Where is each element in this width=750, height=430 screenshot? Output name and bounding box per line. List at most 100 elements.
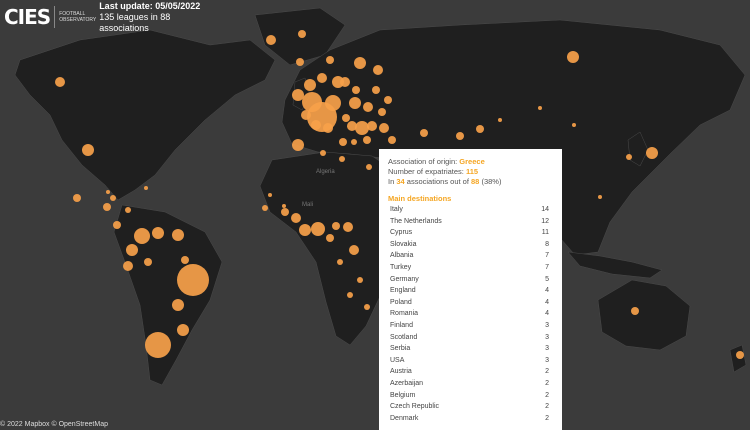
- world-map[interactable]: Algeria Mali: [0, 0, 750, 430]
- association-bubble[interactable]: [126, 244, 138, 256]
- map-label-mali: Mali: [302, 202, 313, 208]
- logo-divider: [54, 6, 56, 28]
- association-bubble[interactable]: [326, 234, 334, 242]
- association-bubble[interactable]: [311, 120, 321, 130]
- association-bubble[interactable]: [349, 97, 361, 109]
- association-bubble[interactable]: [172, 229, 184, 241]
- association-bubble[interactable]: [323, 123, 333, 133]
- association-bubble[interactable]: [567, 51, 579, 63]
- association-bubble[interactable]: [538, 106, 542, 110]
- association-bubble[interactable]: [343, 222, 353, 232]
- association-bubble[interactable]: [177, 324, 189, 336]
- in-total: 88: [471, 177, 480, 186]
- association-bubble[interactable]: [366, 164, 372, 170]
- association-bubble[interactable]: [340, 77, 350, 87]
- association-bubble[interactable]: [144, 258, 152, 266]
- association-bubble[interactable]: [349, 245, 359, 255]
- association-bubble[interactable]: [352, 86, 360, 94]
- association-bubble[interactable]: [347, 121, 357, 131]
- destination-name: England: [390, 287, 416, 295]
- association-bubble[interactable]: [262, 205, 268, 211]
- association-bubble[interactable]: [292, 139, 304, 151]
- association-bubble[interactable]: [631, 307, 639, 315]
- dashboard-header: CIES FOOTBALL OBSERVATORY Last update: 0…: [0, 0, 214, 34]
- destination-count: 11: [541, 229, 549, 237]
- association-bubble[interactable]: [339, 138, 347, 146]
- association-bubble[interactable]: [177, 264, 209, 296]
- association-bubble[interactable]: [363, 136, 371, 144]
- association-bubble[interactable]: [55, 77, 65, 87]
- association-bubble[interactable]: [342, 114, 350, 122]
- association-bubble[interactable]: [317, 73, 327, 83]
- association-bubble[interactable]: [456, 132, 464, 140]
- association-bubble[interactable]: [145, 332, 171, 358]
- association-bubble[interactable]: [326, 56, 334, 64]
- destination-count: 7: [545, 252, 549, 260]
- association-bubble[interactable]: [82, 144, 94, 156]
- association-bubble[interactable]: [339, 156, 345, 162]
- association-bubble[interactable]: [282, 204, 286, 208]
- association-bubble[interactable]: [304, 79, 316, 91]
- association-bubble[interactable]: [332, 222, 340, 230]
- association-bubble[interactable]: [144, 186, 148, 190]
- destination-row: Albania 7: [388, 250, 553, 262]
- association-bubble[interactable]: [626, 154, 632, 160]
- association-bubble[interactable]: [106, 190, 110, 194]
- destination-count: 2: [545, 379, 549, 387]
- association-bubble[interactable]: [384, 96, 392, 104]
- association-bubble[interactable]: [373, 65, 383, 75]
- destination-row: Romania 4: [388, 308, 553, 320]
- association-bubble[interactable]: [364, 304, 370, 310]
- association-bubble[interactable]: [125, 207, 131, 213]
- association-bubble[interactable]: [296, 58, 304, 66]
- association-bubble[interactable]: [311, 222, 325, 236]
- association-bubble[interactable]: [266, 35, 276, 45]
- association-bubble[interactable]: [152, 227, 164, 239]
- association-bubble[interactable]: [302, 92, 322, 112]
- association-bubble[interactable]: [379, 123, 389, 133]
- in-count: 34: [396, 177, 405, 186]
- association-bubble[interactable]: [646, 147, 658, 159]
- association-bubble[interactable]: [337, 259, 343, 265]
- association-bubble[interactable]: [181, 256, 189, 264]
- association-bubble[interactable]: [420, 129, 428, 137]
- association-bubble[interactable]: [498, 118, 502, 122]
- destination-name: Belgium: [390, 391, 416, 399]
- destination-row: Slovakia 8: [388, 239, 553, 251]
- destination-row: Cyprus 11: [388, 227, 553, 239]
- association-bubble[interactable]: [367, 121, 377, 131]
- association-bubble[interactable]: [281, 208, 289, 216]
- association-bubble[interactable]: [347, 292, 353, 298]
- association-bubble[interactable]: [172, 299, 184, 311]
- association-bubble[interactable]: [363, 102, 373, 112]
- association-bubble[interactable]: [73, 194, 81, 202]
- association-bubble[interactable]: [103, 203, 111, 211]
- map-credit[interactable]: © 2022 Mapbox © OpenStreetMap: [0, 421, 108, 428]
- association-bubble[interactable]: [301, 110, 311, 120]
- association-bubble[interactable]: [372, 86, 380, 94]
- association-bubble[interactable]: [291, 213, 301, 223]
- association-bubble[interactable]: [388, 136, 396, 144]
- association-bubble[interactable]: [572, 123, 576, 127]
- association-bubble[interactable]: [476, 125, 484, 133]
- association-bubble[interactable]: [123, 261, 133, 271]
- association-bubble[interactable]: [354, 57, 366, 69]
- association-bubble[interactable]: [134, 228, 150, 244]
- association-bubble[interactable]: [268, 193, 272, 197]
- destination-name: The Netherlands: [390, 217, 442, 225]
- association-bubble[interactable]: [298, 30, 306, 38]
- association-bubble[interactable]: [736, 351, 744, 359]
- association-bubble[interactable]: [325, 95, 341, 111]
- association-bubble[interactable]: [351, 139, 357, 145]
- association-bubble[interactable]: [292, 89, 304, 101]
- destination-count: 4: [545, 298, 549, 306]
- association-bubble[interactable]: [113, 221, 121, 229]
- association-bubble[interactable]: [355, 121, 369, 135]
- association-bubble[interactable]: [378, 108, 386, 116]
- association-bubble[interactable]: [320, 150, 326, 156]
- association-bubble[interactable]: [110, 195, 116, 201]
- association-bubble[interactable]: [598, 195, 602, 199]
- destination-row: Turkey 7: [388, 262, 553, 274]
- association-bubble[interactable]: [357, 277, 363, 283]
- association-bubble[interactable]: [299, 224, 311, 236]
